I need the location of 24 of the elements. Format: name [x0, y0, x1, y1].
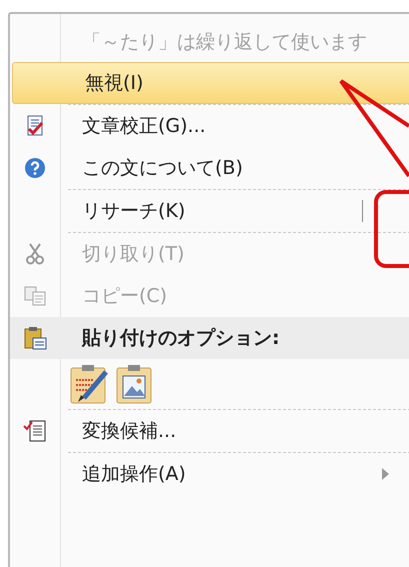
- clipboard-icon: [23, 326, 47, 350]
- menu-item-label: 切り取り(T): [81, 242, 184, 267]
- menu-item-label: この文について(B): [81, 156, 243, 181]
- menu-item[interactable]: 文章校正(G)...: [10, 105, 409, 147]
- document-check-icon: [25, 115, 45, 137]
- menu-item-label: リサーチ(K): [81, 198, 186, 224]
- menu-item[interactable]: 無視(I): [12, 62, 409, 104]
- scissors-icon: [26, 243, 44, 265]
- menu-item[interactable]: リサーチ(K): [10, 190, 409, 232]
- menu-item-label: 無視(I): [84, 70, 144, 96]
- menu-item[interactable]: 変換候補...: [10, 410, 409, 452]
- help-icon: [24, 157, 46, 179]
- keep-formatting-paste-button[interactable]: [70, 364, 108, 404]
- menu-item[interactable]: 追加操作(A): [10, 453, 409, 495]
- menu-item[interactable]: この文について(B): [10, 147, 409, 189]
- menu-item-label: 貼り付けのオプション:: [80, 326, 280, 351]
- menu-caption: 「～たり」は繰り返して使います: [81, 30, 367, 55]
- checklist-icon: [23, 419, 47, 443]
- picture-paste-button[interactable]: [116, 364, 154, 404]
- menu-item-label: 文章校正(G)...: [81, 114, 206, 139]
- copy-icon: [24, 286, 46, 306]
- menu-item-label: 変換候補...: [81, 418, 176, 444]
- menu-item-label: 追加操作(A): [81, 462, 186, 487]
- menu-item-label: コピー(C): [81, 284, 168, 309]
